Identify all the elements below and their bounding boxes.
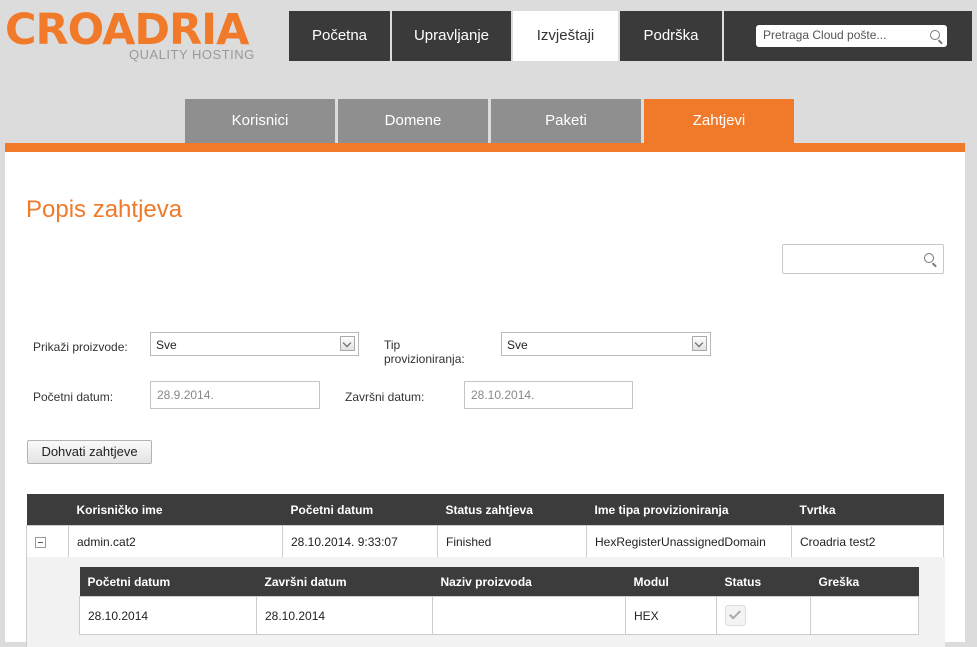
start-date-cell: 28.10.2014. 9:33:07 bbox=[282, 525, 438, 558]
request-detail-table: Početni datum Završni datum Naziv proizv… bbox=[79, 567, 919, 635]
detail-row: 28.10.2014 28.10.2014 HEX bbox=[79, 596, 919, 635]
checkmark-icon bbox=[725, 605, 746, 626]
chevron-down-icon[interactable] bbox=[692, 336, 707, 351]
column-header-company[interactable]: Tvrtka bbox=[791, 494, 944, 526]
detail-start-cell: 28.10.2014 bbox=[79, 596, 257, 635]
search-icon[interactable] bbox=[924, 253, 934, 263]
croadria-logo[interactable]: CROADRIA QUALITY HOSTING bbox=[5, 5, 254, 62]
end-date-label: Završni datum: bbox=[345, 390, 425, 404]
column-header-prov-type[interactable]: Ime tipa provizioniranja bbox=[586, 494, 792, 526]
logo-wordmark: CROADRIA bbox=[5, 5, 249, 55]
detail-header-product: Naziv proizvoda bbox=[432, 567, 626, 597]
detail-status-cell bbox=[716, 596, 811, 635]
username-cell: admin.cat2 bbox=[68, 525, 283, 558]
expand-cell[interactable] bbox=[26, 525, 69, 558]
column-header-username[interactable]: Korisničko ime bbox=[68, 494, 283, 526]
fetch-requests-button[interactable]: Dohvati zahtjeve bbox=[27, 440, 152, 464]
products-select[interactable]: Sve bbox=[150, 332, 359, 356]
table-row[interactable]: admin.cat2 28.10.2014. 9:33:07 Finished … bbox=[26, 525, 944, 558]
page-title: Popis zahtjeva bbox=[26, 196, 183, 223]
request-detail-area: Početni datum Završni datum Naziv proizv… bbox=[26, 557, 945, 647]
top-search-box bbox=[756, 25, 947, 47]
detail-product-cell bbox=[432, 596, 626, 635]
content-panel: Popis zahtjeva Prikaži proizvode: Sve Ti… bbox=[5, 152, 965, 647]
tab-domene[interactable]: Domene bbox=[338, 99, 488, 143]
detail-error-cell bbox=[810, 596, 919, 635]
header: CROADRIA QUALITY HOSTING Početna Upravlj… bbox=[0, 0, 977, 143]
prov-type-label-line2: provizioniranja: bbox=[384, 352, 465, 366]
chevron-down-icon[interactable] bbox=[340, 336, 355, 351]
cloud-mail-search-input[interactable] bbox=[763, 28, 923, 42]
table-search-field[interactable] bbox=[782, 244, 944, 274]
status-cell: Finished bbox=[437, 525, 587, 558]
accent-bar bbox=[5, 143, 965, 152]
top-search-bar bbox=[724, 11, 972, 61]
column-header-expand bbox=[26, 494, 69, 526]
detail-header-module: Modul bbox=[625, 567, 717, 597]
detail-module-cell: HEX bbox=[625, 596, 717, 635]
detail-header-error: Greška bbox=[810, 567, 919, 597]
start-date-label: Početni datum: bbox=[33, 390, 114, 404]
nav-pocetna[interactable]: Početna bbox=[289, 11, 390, 61]
prov-type-label-line1: Tip bbox=[384, 338, 401, 352]
nav-podrska[interactable]: Podrška bbox=[620, 11, 722, 61]
table-header-row: Korisničko ime Početni datum Status zaht… bbox=[26, 494, 944, 526]
logo-tagline: QUALITY HOSTING bbox=[129, 47, 255, 62]
end-date-input[interactable] bbox=[471, 388, 621, 402]
prov-type-select[interactable]: Sve bbox=[501, 332, 711, 356]
detail-end-cell: 28.10.2014 bbox=[256, 596, 433, 635]
collapse-icon[interactable] bbox=[35, 536, 46, 548]
company-cell: Croadria test2 bbox=[791, 525, 944, 558]
products-select-value: Sve bbox=[156, 338, 177, 352]
end-date-field[interactable] bbox=[464, 381, 633, 409]
requests-table: Korisničko ime Početni datum Status zaht… bbox=[26, 494, 944, 558]
prov-type-cell: HexRegisterUnassignedDomain bbox=[586, 525, 792, 558]
tab-zahtjevi[interactable]: Zahtjevi bbox=[644, 99, 794, 143]
detail-header-end-date: Završni datum bbox=[256, 567, 433, 597]
tab-korisnici[interactable]: Korisnici bbox=[185, 99, 335, 143]
tab-paketi[interactable]: Paketi bbox=[491, 99, 641, 143]
start-date-input[interactable] bbox=[157, 388, 307, 402]
prov-type-select-value: Sve bbox=[507, 338, 528, 352]
detail-header-start-date: Početni datum bbox=[79, 567, 257, 597]
nav-izvjestaji[interactable]: Izvještaji bbox=[513, 11, 618, 61]
column-header-status[interactable]: Status zahtjeva bbox=[437, 494, 587, 526]
products-label: Prikaži proizvode: bbox=[33, 340, 128, 354]
sub-navigation: Korisnici Domene Paketi Zahtjevi bbox=[185, 99, 797, 143]
nav-upravljanje[interactable]: Upravljanje bbox=[392, 11, 511, 61]
search-icon[interactable] bbox=[930, 30, 940, 40]
detail-header-row: Početni datum Završni datum Naziv proizv… bbox=[79, 567, 919, 597]
top-navigation: Početna Upravljanje Izvještaji Podrška bbox=[289, 11, 724, 61]
start-date-field[interactable] bbox=[150, 381, 320, 409]
detail-header-status: Status bbox=[716, 567, 811, 597]
column-header-start-date[interactable]: Početni datum bbox=[282, 494, 438, 526]
prov-type-label: Tip provizioniranja: bbox=[384, 338, 465, 366]
table-search-input[interactable] bbox=[788, 251, 917, 267]
